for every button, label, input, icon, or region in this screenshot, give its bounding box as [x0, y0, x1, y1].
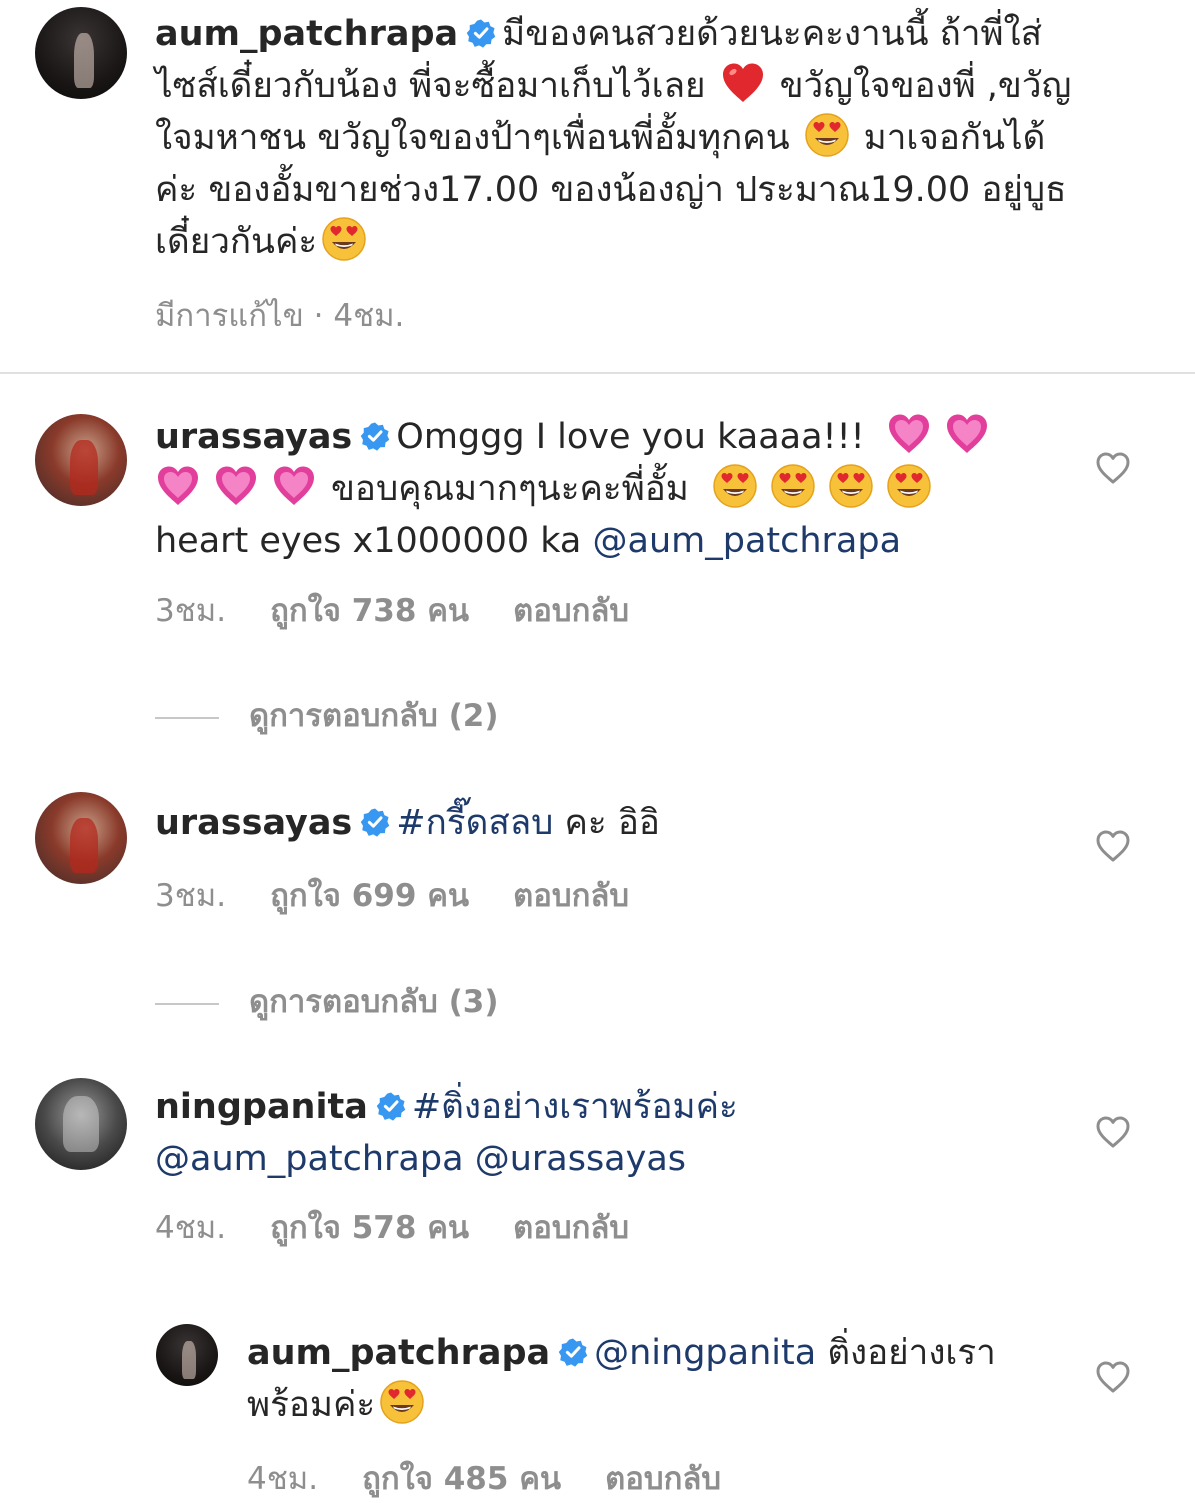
view-replies-label[interactable]: ดูการตอบกลับ (2) — [249, 698, 499, 734]
comment-username[interactable]: urassayas — [155, 417, 352, 457]
comment-meta: 4ชม. ถูกใจ 578 คน ตอบกลับ — [155, 1202, 673, 1252]
comment-meta: 4ชม. ถูกใจ 485 คน ตอบกลับ — [247, 1453, 765, 1503]
heart-eyes-emoji — [379, 1379, 425, 1425]
caption-line-3a: ใจมหาชน ขวัญใจของป้าๆเพื่อนพี่อั้มทุกคน — [155, 118, 790, 158]
caption-line-2b: ขวัญใจของพี่ ,ขวัญ — [779, 66, 1072, 106]
reply-button[interactable]: ตอบกลับ — [605, 1461, 721, 1497]
verified-badge-icon — [466, 18, 496, 48]
mention-link[interactable]: @aum_patchrapa — [593, 521, 902, 561]
mention-link[interactable]: @aum_patchrapa — [155, 1139, 464, 1179]
caption-line-5: เดี๋ยวกันค่ะ — [155, 222, 318, 262]
caption-text: aum_patchrapa มีของคนสวยด้วยนะคะงานนี้ ถ้… — [155, 8, 1155, 268]
comment-likes[interactable]: ถูกใจ 485 คน — [362, 1461, 561, 1497]
replies-line — [155, 716, 219, 719]
view-replies[interactable]: ดูการตอบกลับ (3) — [155, 976, 499, 1026]
comment-line-3: heart eyes x1000000 ka — [155, 521, 582, 561]
heart-eyes-emoji — [804, 112, 850, 158]
heart-eyes-emoji — [770, 463, 816, 509]
comment-line-2: ขอบคุณมากๆนะคะพี่อั้ม — [331, 469, 689, 509]
heart-eyes-emoji — [886, 463, 932, 509]
comment-text: ningpanita #ติ่งอย่างเราพร้อมค่ะ @aum_pat… — [155, 1081, 1055, 1185]
comment-text: urassayas #กรี๊ดสลบ คะ อิอิ — [155, 797, 1055, 849]
comment-likes[interactable]: ถูกใจ 699 คน — [270, 878, 469, 914]
verified-badge-icon — [558, 1337, 588, 1367]
like-heart-icon[interactable] — [1095, 829, 1131, 863]
comment-username[interactable]: ningpanita — [155, 1087, 368, 1127]
like-heart-icon[interactable] — [1095, 1115, 1131, 1149]
pink-heart-emoji — [213, 463, 259, 509]
comment-likes[interactable]: ถูกใจ 738 คน — [270, 593, 469, 629]
replies-line — [155, 1002, 219, 1005]
heart-eyes-emoji — [321, 216, 367, 262]
comment-username[interactable]: aum_patchrapa — [247, 1333, 550, 1373]
red-heart-emoji — [720, 60, 766, 106]
avatar[interactable] — [35, 1078, 127, 1170]
divider — [0, 372, 1195, 374]
comment-time: 3ชม. — [155, 878, 227, 914]
avatar[interactable] — [35, 792, 127, 884]
verified-badge-icon — [360, 807, 390, 837]
comment-time: 4ชม. — [247, 1461, 319, 1497]
comment-meta: 3ชม. ถูกใจ 699 คน ตอบกลับ — [155, 870, 673, 920]
comment-line: คะ อิอิ — [564, 803, 660, 843]
comment-line-1: Omggg I love you kaaaa!!! — [396, 417, 865, 457]
view-replies[interactable]: ดูการตอบกลับ (2) — [155, 690, 499, 740]
comment-line-1: ติ่งอย่างเรา — [827, 1333, 996, 1373]
heart-eyes-emoji — [828, 463, 874, 509]
verified-badge-icon — [360, 421, 390, 451]
caption-username[interactable]: aum_patchrapa — [155, 14, 458, 54]
view-replies-label[interactable]: ดูการตอบกลับ (3) — [249, 984, 499, 1020]
comment-meta: 3ชม. ถูกใจ 738 คน ตอบกลับ — [155, 585, 673, 635]
mention-link[interactable]: @urassayas — [475, 1139, 686, 1179]
comment-username[interactable]: urassayas — [155, 803, 352, 843]
caption-meta-text: มีการแก้ไข · 4ชม. — [155, 298, 405, 334]
like-heart-icon[interactable] — [1095, 451, 1131, 485]
caption-meta: มีการแก้ไข · 4ชม. — [155, 290, 448, 340]
caption-line-4: ค่ะ ของอั้มขายช่วง17.00 ของน้องญ่า ประมา… — [155, 170, 1067, 210]
reply-button[interactable]: ตอบกลับ — [513, 1210, 629, 1246]
mention-link[interactable]: @ningpanita — [594, 1333, 816, 1373]
hashtag-link[interactable]: #กรี๊ดสลบ — [396, 803, 553, 843]
hashtag-link[interactable]: #ติ่งอย่างเราพร้อมค่ะ — [412, 1087, 738, 1127]
avatar[interactable] — [156, 1324, 218, 1386]
comment-time: 3ชม. — [155, 593, 227, 629]
pink-heart-emoji — [271, 463, 317, 509]
pink-heart-emoji — [155, 463, 201, 509]
pink-heart-emoji — [886, 411, 932, 457]
avatar[interactable] — [35, 7, 127, 99]
reply-button[interactable]: ตอบกลับ — [513, 593, 629, 629]
reply-button[interactable]: ตอบกลับ — [513, 878, 629, 914]
comment-line-2: พร้อมค่ะ — [247, 1385, 376, 1425]
caption-line-1: มีของคนสวยด้วยนะคะงานนี้ ถ้าพี่ใส่ — [502, 14, 1043, 54]
caption-line-2a: ไซส์เดี๋ยวกับน้อง พี่จะซื้อมาเก็บไว้เลย — [155, 66, 706, 106]
comment-likes[interactable]: ถูกใจ 578 คน — [270, 1210, 469, 1246]
comment-text: aum_patchrapa @ningpanita ติ่งอย่างเรา พร… — [247, 1327, 1067, 1431]
avatar[interactable] — [35, 414, 127, 506]
heart-eyes-emoji — [712, 463, 758, 509]
comment-time: 4ชม. — [155, 1210, 227, 1246]
pink-heart-emoji — [944, 411, 990, 457]
caption-line-3b: มาเจอกันได้ — [863, 118, 1046, 158]
verified-badge-icon — [376, 1091, 406, 1121]
like-heart-icon[interactable] — [1095, 1360, 1131, 1394]
comment-text: urassayas Omggg I love you kaaaa!!! ขอบคุ… — [155, 411, 1055, 567]
